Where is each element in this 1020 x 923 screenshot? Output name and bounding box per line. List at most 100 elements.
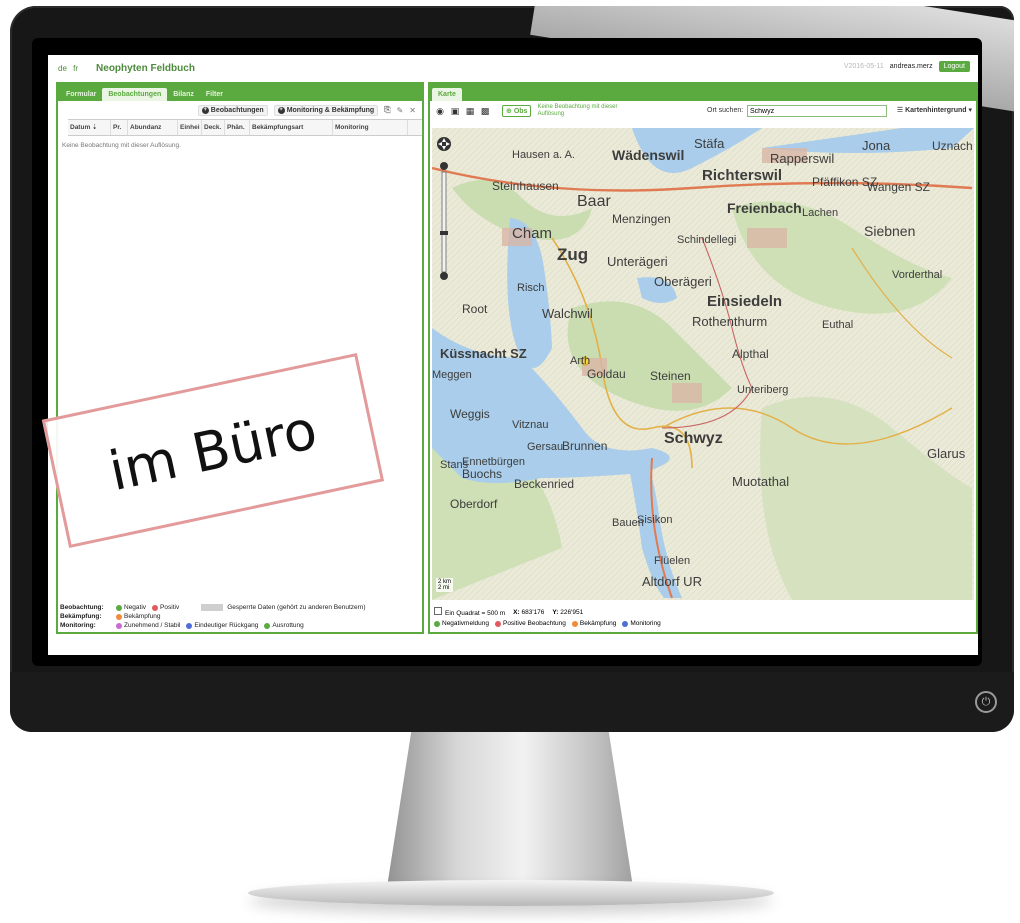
right-tabs: Karte — [430, 84, 976, 101]
map-coordinates: Ein Quadrat = 500 m X: 683'176 Y: 226'95… — [434, 607, 583, 617]
bekaempfung-dot-icon — [116, 613, 122, 620]
lang-de[interactable]: de — [58, 64, 67, 73]
left-tabs: Formular Beobachtungen Bilanz Filter — [58, 84, 422, 101]
place-label: Wangen SZ — [867, 180, 930, 194]
map-background-button[interactable]: ☰ Kartenhintergrund ▾ — [897, 106, 972, 114]
zoom-slider-handle[interactable] — [440, 231, 448, 235]
tab-beobachtungen[interactable]: Beobachtungen — [102, 88, 168, 101]
legend-label: Beobachtung: — [60, 604, 104, 611]
lang-fr[interactable]: fr — [73, 64, 78, 73]
no-observation-text: Keine Beobachtung mit dieser Auflösung — [537, 104, 618, 117]
add-monitoring-button[interactable]: + Monitoring & Bekämpfung — [273, 104, 379, 116]
monitor-chin — [10, 672, 1014, 732]
app-title: Neophyten Feldbuch — [96, 62, 195, 74]
positiv-dot-icon — [152, 604, 159, 611]
search-label: Ort suchen: — [707, 107, 744, 114]
place-label: Freienbach — [727, 200, 802, 216]
observations-panel: Formular Beobachtungen Bilanz Filter + B… — [56, 82, 424, 634]
x-label: X: — [513, 608, 520, 616]
place-label: Hausen a. A. — [512, 149, 575, 161]
col-datum[interactable]: Datum ⇣ — [68, 120, 111, 135]
zoom-control — [436, 136, 452, 291]
quadrat-toggle[interactable]: Ein Quadrat = 500 m — [434, 607, 505, 617]
header-right: V2016-05-11 andreas.merz Logout — [844, 61, 970, 72]
place-label: Muotathal — [732, 474, 789, 489]
tab-bilanz[interactable]: Bilanz — [167, 88, 200, 101]
place-label: Cham — [512, 225, 552, 242]
legend-zunehmend: Zunehmend / Stabil — [124, 622, 181, 629]
place-label: Walchwil — [542, 306, 593, 321]
legend-positiv: Positiv — [160, 604, 180, 611]
place-label: Euthal — [822, 319, 853, 331]
col-bekaempfungsart[interactable]: Bekämpfungsart — [250, 120, 333, 135]
add-observations-label: Beobachtungen — [210, 106, 264, 114]
place-label: Rapperswil — [770, 151, 834, 166]
tab-filter[interactable]: Filter — [200, 88, 229, 101]
tiles-icon[interactable]: ▩ — [480, 106, 490, 116]
col-einheit[interactable]: Einhei — [178, 120, 202, 135]
copy-icon[interactable]: ⎘ — [384, 105, 390, 115]
place-label: Jona — [862, 138, 891, 153]
topographic-map[interactable]: Stäfa Jona Uznach Hausen a. A. Wädenswil… — [432, 128, 974, 600]
edit-icon[interactable]: ✎ — [397, 106, 404, 115]
place-label: Uznach — [932, 139, 973, 153]
monitoring-dot-icon — [622, 620, 629, 627]
monitor-base — [248, 880, 774, 906]
place-label: Alpthal — [732, 347, 769, 361]
map-toolbar: ◉ ▣ ▦ ▩ ⊕ Obs Keine Beobachtung mit dies… — [430, 101, 976, 121]
place-label: Goldau — [587, 367, 626, 381]
checkbox-icon[interactable] — [434, 607, 442, 615]
bekaempfung-dot-icon — [571, 620, 578, 627]
negativ-dot-icon — [116, 604, 122, 611]
legend-negativmeldung: Negativmeldung — [442, 620, 489, 627]
plus-icon: + — [277, 106, 285, 114]
col-phaenologie[interactable]: Phän. — [225, 120, 250, 135]
empty-table-message: Keine Beobachtung mit dieser Auflösung. — [62, 142, 181, 149]
negativmeldung-dot-icon — [434, 620, 440, 627]
legend-rueckgang: Eindeutiger Rückgang — [194, 622, 259, 629]
place-label: Stäfa — [694, 136, 725, 151]
map-scalebar: 2 km 2 mi — [436, 578, 454, 592]
place-label: Vitznau — [512, 419, 549, 431]
settlement — [747, 228, 787, 248]
settlement — [672, 383, 702, 403]
obs-button[interactable]: ⊕ Obs — [502, 105, 532, 117]
place-label: Sisikon — [637, 514, 672, 526]
delete-icon[interactable]: ✕ — [409, 106, 416, 115]
scale-mi: 2 mi — [438, 585, 450, 591]
grid-icon[interactable]: ▦ — [465, 106, 475, 116]
place-label: Menzingen — [612, 212, 671, 226]
ausrottung-dot-icon — [264, 622, 271, 629]
place-label: Siebnen — [864, 223, 915, 239]
power-icon[interactable]: ⏻ — [975, 691, 997, 713]
place-label: Steinhausen — [492, 179, 559, 193]
place-label: Weggis — [450, 407, 490, 421]
language-switcher: de fr — [58, 64, 82, 73]
place-label: Steinen — [650, 369, 691, 383]
legend-bekaempfung: Bekämpfung — [124, 613, 161, 620]
rueckgang-dot-icon — [186, 622, 193, 629]
col-monitoring[interactable]: Monitoring — [333, 120, 408, 135]
legend-label: Monitoring: — [60, 622, 96, 629]
tab-karte[interactable]: Karte — [432, 88, 462, 101]
zoom-out-icon[interactable] — [440, 272, 448, 280]
zoom-slider-track[interactable] — [441, 171, 447, 273]
add-monitoring-label: Monitoring & Bekämpfung — [286, 106, 375, 114]
tab-formular[interactable]: Formular — [60, 88, 102, 101]
col-deckung[interactable]: Deck. — [202, 120, 225, 135]
legend-ausrottung: Ausrottung — [272, 622, 304, 629]
place-search-input[interactable] — [747, 105, 887, 117]
obs-label: Obs — [513, 108, 528, 115]
zoom-in-icon[interactable] — [440, 162, 448, 170]
logout-button[interactable]: Logout — [938, 61, 970, 72]
col-abundanz[interactable]: Abundanz — [128, 120, 178, 135]
map-legend: Negativmeldung Positive Beobachtung Bekä… — [434, 620, 661, 627]
stamp-text: im Büro — [103, 397, 323, 504]
y-label: Y: — [552, 608, 559, 616]
add-observations-button[interactable]: + Beobachtungen — [197, 104, 268, 116]
locate-icon[interactable]: ◉ — [435, 106, 445, 116]
image-icon[interactable]: ▣ — [450, 106, 460, 116]
place-label: Zug — [557, 245, 588, 264]
y-value: 226'951 — [560, 608, 584, 616]
col-pr[interactable]: Pr. — [111, 120, 128, 135]
